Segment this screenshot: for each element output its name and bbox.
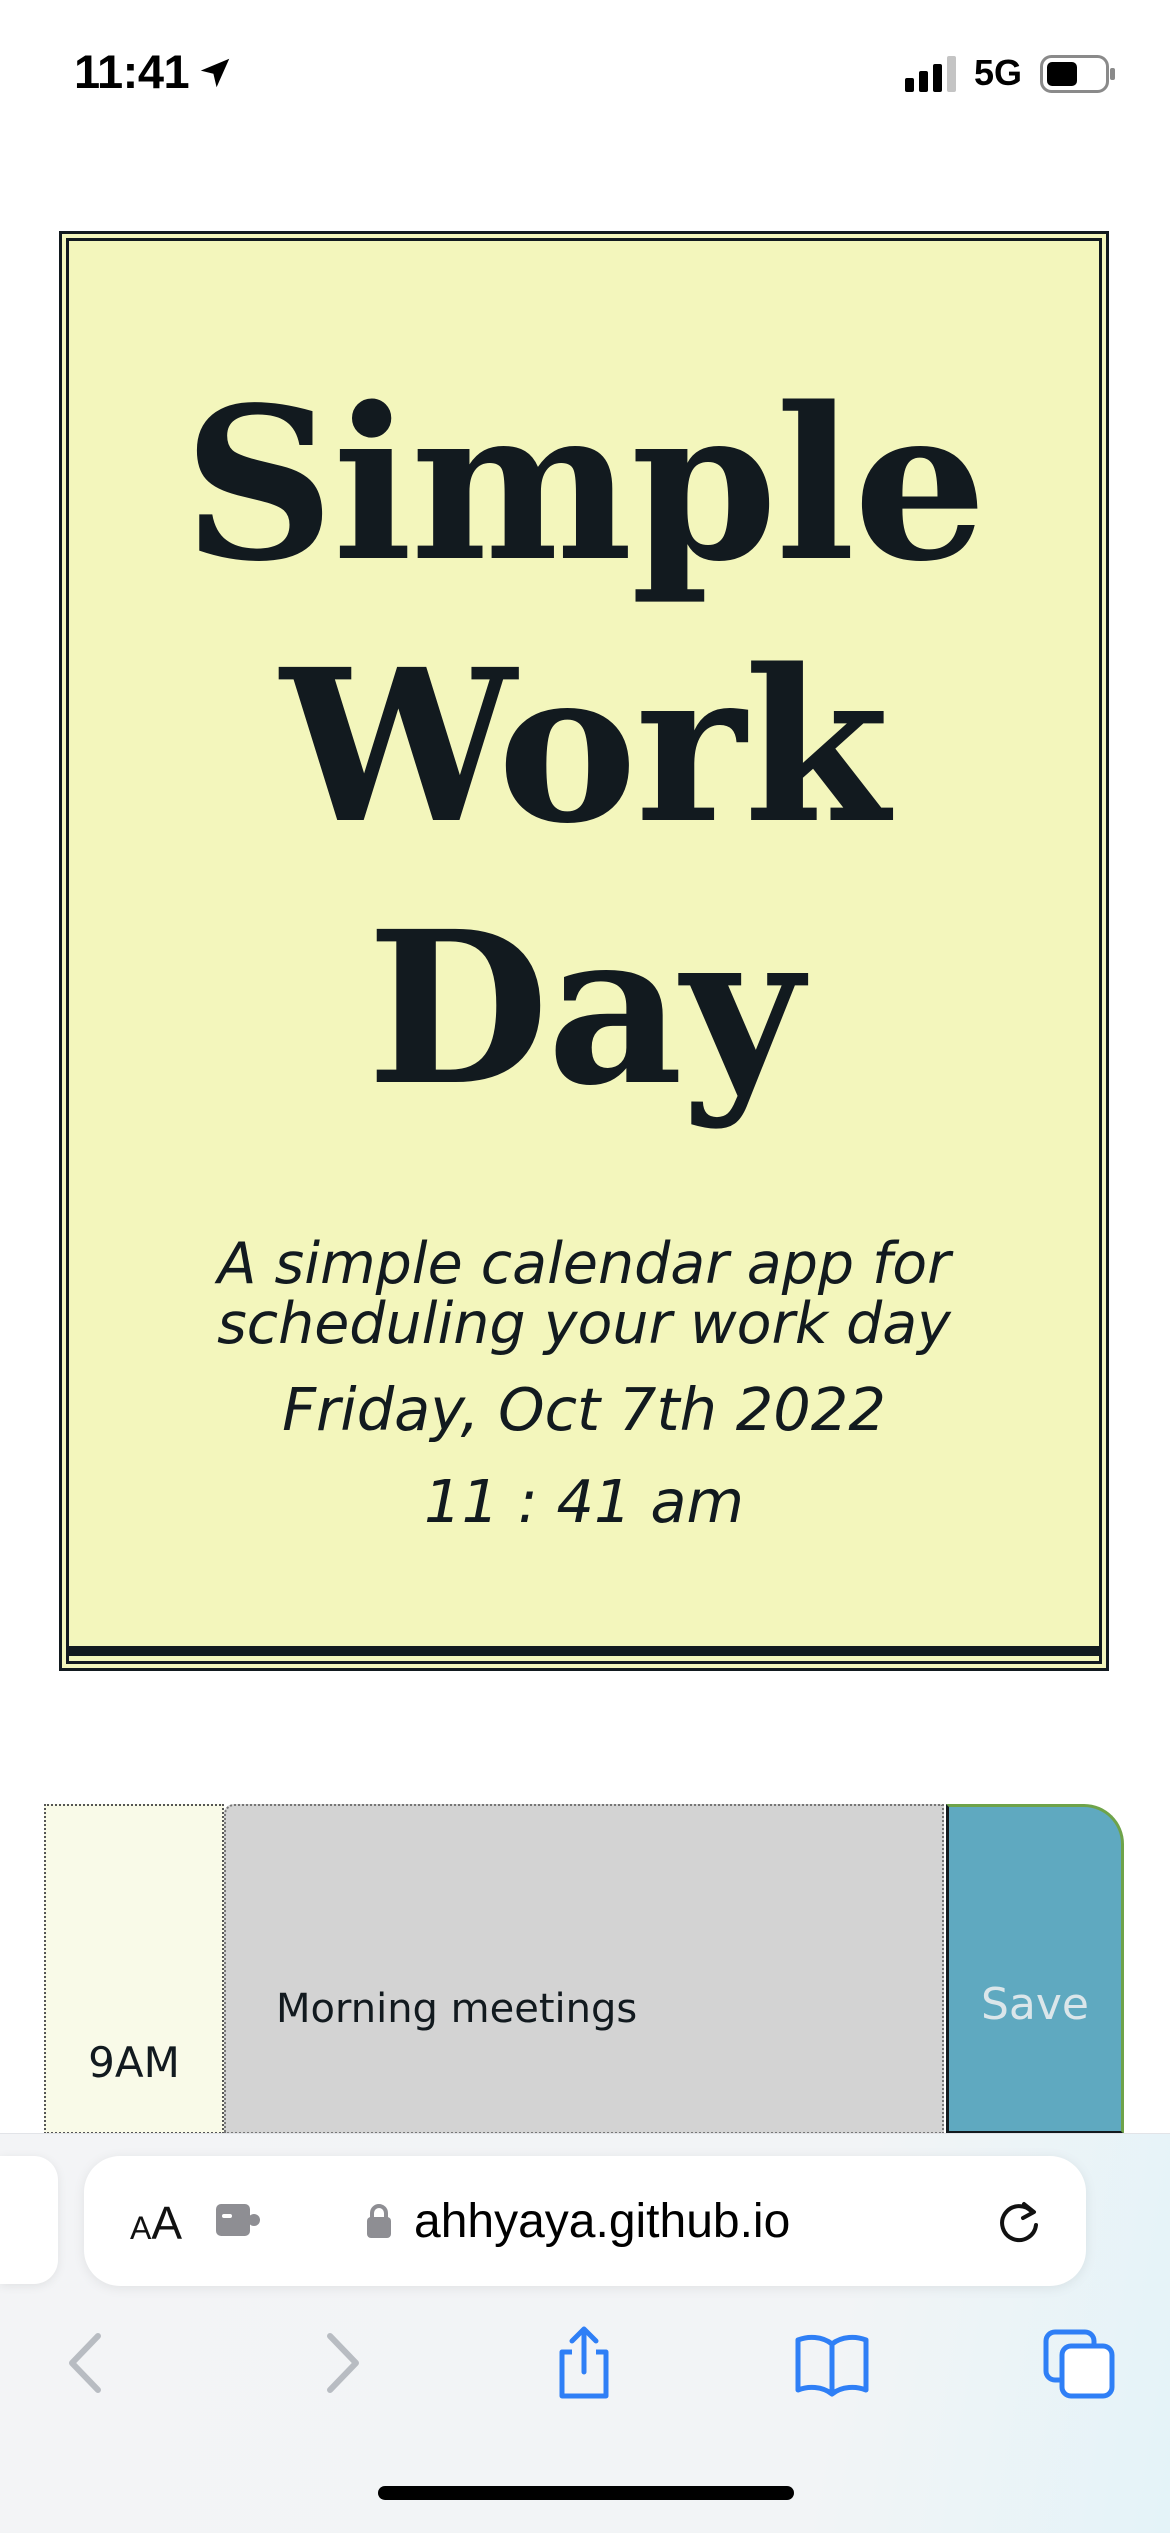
text-size-big: A: [151, 2197, 183, 2249]
reload-icon[interactable]: [994, 2198, 1044, 2248]
time-block-row: 9AM Morning meetings Save: [44, 1804, 1126, 2134]
header-card: Simple Work Day A simple calendar app fo…: [59, 231, 1109, 1671]
location-arrow-icon: [200, 58, 230, 88]
signal-bars-icon: [905, 56, 956, 92]
back-chevron-icon[interactable]: [48, 2326, 128, 2400]
current-date: Friday, Oct 7th 2022: [282, 1375, 886, 1444]
app-title-line: Day: [366, 885, 803, 1132]
app-title-line: Work: [280, 623, 890, 870]
app-description-line: A simple calendar app for: [217, 1231, 951, 1297]
share-icon[interactable]: [544, 2326, 624, 2400]
app-description-line: scheduling your work day: [217, 1291, 951, 1357]
lock-icon: [367, 2204, 391, 2238]
home-indicator[interactable]: [378, 2486, 794, 2500]
hour-cell: 9AM: [44, 1804, 224, 2134]
page-settings-button[interactable]: AA: [130, 2196, 182, 2250]
tabs-icon[interactable]: [1040, 2326, 1120, 2400]
app-title-line: Simple: [183, 361, 987, 608]
extension-puzzle-icon[interactable]: [214, 2200, 264, 2240]
status-time: 11:41: [74, 45, 190, 98]
previous-tab-preview[interactable]: [0, 2156, 58, 2284]
save-button-label: Save: [980, 1979, 1089, 2030]
network-type: 5G: [974, 52, 1023, 93]
bookmarks-icon[interactable]: [792, 2326, 872, 2400]
hour-label: 9AM: [88, 2038, 180, 2087]
forward-chevron-icon[interactable]: [300, 2326, 380, 2400]
current-time: 11 : 41 am: [424, 1467, 744, 1536]
save-button[interactable]: Save: [946, 1804, 1124, 2134]
app-title: Simple Work Day: [62, 354, 1106, 1140]
status-bar: 11:41 5G: [0, 0, 1170, 150]
address-bar[interactable]: AA ahhyaya.github.io: [84, 2156, 1086, 2286]
url-text[interactable]: ahhyaya.github.io: [414, 2194, 790, 2249]
event-textarea[interactable]: Morning meetings: [224, 1804, 944, 2134]
header-divider: [66, 1646, 1102, 1656]
battery-icon: [1040, 55, 1115, 93]
app-description: A simple calendar app for scheduling you…: [62, 1234, 1106, 1354]
text-size-small: A: [130, 2210, 152, 2246]
